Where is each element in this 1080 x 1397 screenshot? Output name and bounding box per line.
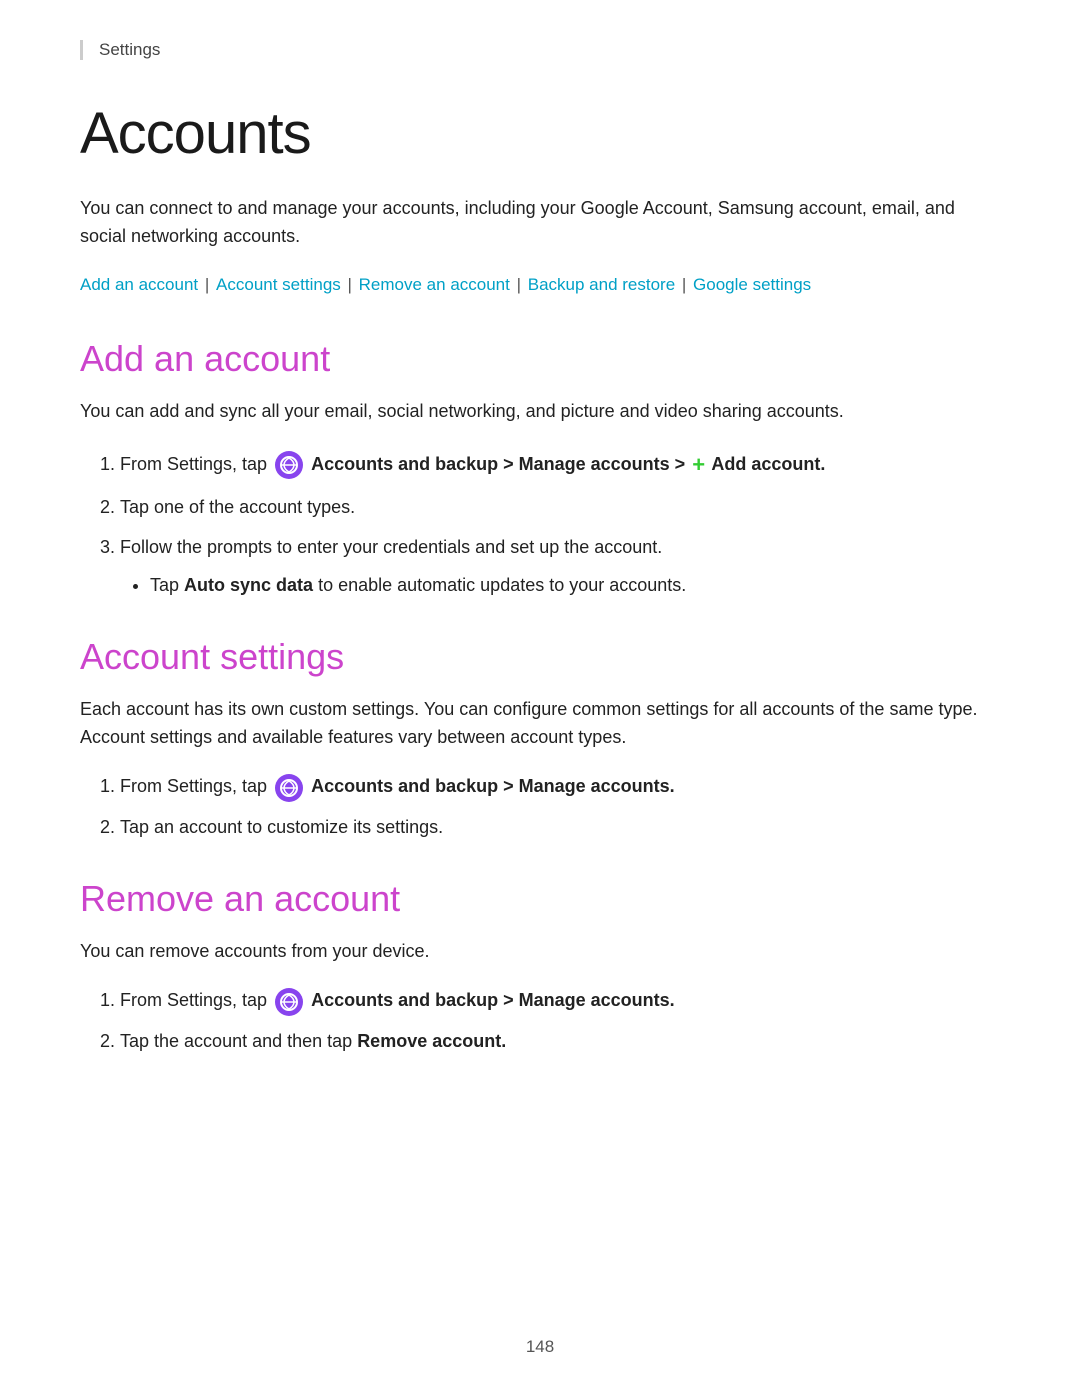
breadcrumb: Settings [80, 40, 1000, 60]
page-footer: 148 [0, 1337, 1080, 1357]
accounts-icon-2 [275, 774, 303, 802]
step1-add-account-label: Add account. [707, 454, 825, 474]
add-account-steps: From Settings, tap Accounts and backup >… [120, 448, 1000, 600]
add-account-step-1: From Settings, tap Accounts and backup >… [120, 448, 1000, 482]
add-account-step-3: Follow the prompts to enter your credent… [120, 534, 1000, 600]
section-add-account: Add an account You can add and sync all … [80, 338, 1000, 600]
remove-account-steps: From Settings, tap Accounts and backup >… [120, 987, 1000, 1055]
acc-step1-before: From Settings, tap [120, 776, 272, 796]
nav-links: Add an account | Account settings | Remo… [80, 271, 1000, 298]
add-account-title: Add an account [80, 338, 1000, 380]
step2-text: Tap one of the account types. [120, 497, 355, 517]
acc-step1-bold: Accounts and backup > Manage accounts. [311, 776, 675, 796]
section-remove-account: Remove an account You can remove account… [80, 878, 1000, 1056]
account-settings-step-1: From Settings, tap Accounts and backup >… [120, 773, 1000, 801]
nav-account-settings-link[interactable]: Account settings [216, 275, 341, 294]
step3-bullets: Tap Auto sync data to enable automatic u… [150, 572, 1000, 600]
separator-4: | [677, 275, 691, 294]
add-account-intro: You can add and sync all your email, soc… [80, 398, 1000, 426]
step3-text: Follow the prompts to enter your credent… [120, 537, 662, 557]
add-account-step-2: Tap one of the account types. [120, 494, 1000, 522]
nav-add-account-link[interactable]: Add an account [80, 275, 198, 294]
page-number: 148 [526, 1337, 554, 1356]
account-settings-step-2: Tap an account to customize its settings… [120, 814, 1000, 842]
accounts-icon-1 [275, 451, 303, 479]
step1-text-before: From Settings, tap [120, 454, 272, 474]
page-title: Accounts [80, 100, 1000, 167]
remove-account-step-2: Tap the account and then tap Remove acco… [120, 1028, 1000, 1056]
remove-account-title: Remove an account [80, 878, 1000, 920]
remove-account-step-1: From Settings, tap Accounts and backup >… [120, 987, 1000, 1015]
accounts-icon-3 [275, 988, 303, 1016]
auto-sync-bold: Auto sync data [184, 575, 313, 595]
page-container: Settings Accounts You can connect to and… [0, 0, 1080, 1397]
account-settings-intro: Each account has its own custom settings… [80, 696, 1000, 752]
separator-1: | [200, 275, 214, 294]
rem-step2-before: Tap the account and then tap [120, 1031, 357, 1051]
account-settings-steps: From Settings, tap Accounts and backup >… [120, 773, 1000, 841]
add-plus-icon: + [692, 448, 705, 482]
nav-google-settings-link[interactable]: Google settings [693, 275, 811, 294]
step1-bold: Accounts and backup > Manage accounts > [311, 454, 690, 474]
separator-3: | [512, 275, 526, 294]
account-settings-title: Account settings [80, 636, 1000, 678]
rem-step1-bold: Accounts and backup > Manage accounts. [311, 990, 675, 1010]
step3-bullet-1: Tap Auto sync data to enable automatic u… [150, 572, 1000, 600]
nav-remove-account-link[interactable]: Remove an account [359, 275, 510, 294]
acc-step2-text: Tap an account to customize its settings… [120, 817, 443, 837]
intro-text: You can connect to and manage your accou… [80, 195, 1000, 251]
separator-2: | [343, 275, 357, 294]
nav-backup-restore-link[interactable]: Backup and restore [528, 275, 675, 294]
rem-step1-before: From Settings, tap [120, 990, 272, 1010]
rem-step2-bold: Remove account. [357, 1031, 506, 1051]
section-account-settings: Account settings Each account has its ow… [80, 636, 1000, 842]
breadcrumb-text: Settings [99, 40, 160, 59]
remove-account-intro: You can remove accounts from your device… [80, 938, 1000, 966]
